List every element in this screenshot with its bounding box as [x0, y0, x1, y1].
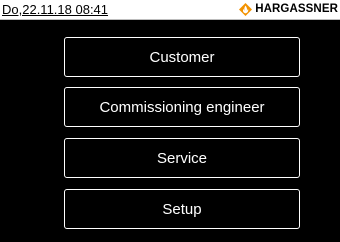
service-button[interactable]: Service [64, 138, 300, 178]
customer-button[interactable]: Customer [64, 37, 300, 77]
status-bar: Do,22.11.18 08:41 HARGASSNER [0, 0, 340, 20]
setup-button[interactable]: Setup [64, 189, 300, 229]
hargassner-logo-icon [239, 3, 253, 16]
date-time-display[interactable]: Do,22.11.18 08:41 [2, 2, 108, 17]
brand: HARGASSNER [239, 2, 338, 17]
commissioning-engineer-button[interactable]: Commissioning engineer [64, 87, 300, 127]
brand-name: HARGASSNER [255, 3, 338, 15]
hmi-screen: Do,22.11.18 08:41 HARGASSNER Customer Co… [0, 0, 340, 242]
